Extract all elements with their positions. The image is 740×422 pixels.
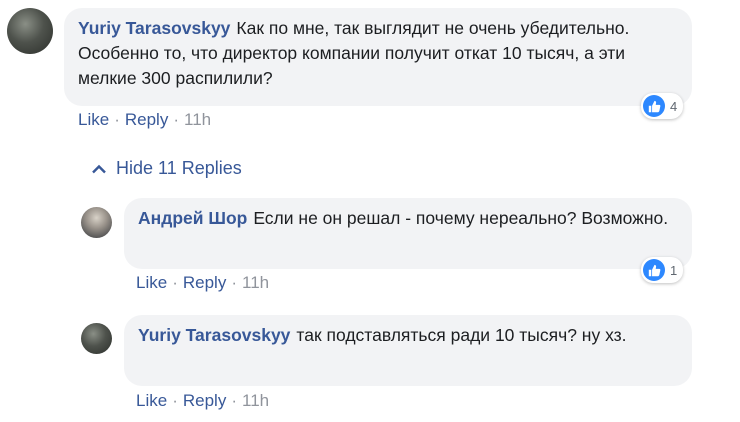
reply-author-link[interactable]: Андрей Шор: [138, 208, 247, 228]
like-thumb-icon: [643, 259, 665, 281]
reply-text: Если не он решал - почему нереально? Воз…: [253, 208, 669, 228]
reply-text: так подставляться ради 10 тысяч? ну хз.: [296, 325, 627, 345]
reaction-summary[interactable]: 4: [641, 93, 684, 119]
reaction-count: 4: [670, 98, 678, 114]
reply-author-link[interactable]: Yuriy Tarasovskyy: [138, 325, 290, 345]
comment-bubble: Yuriy Tarasovskyy Как по мне, так выгляди…: [64, 8, 692, 106]
reply-actions: Like · Reply · 11h: [136, 273, 270, 292]
timestamp[interactable]: 11h: [242, 391, 269, 410]
timestamp[interactable]: 11h: [184, 110, 211, 129]
like-thumb-icon: [643, 95, 665, 117]
comment-author-link[interactable]: Yuriy Tarasovskyy: [78, 18, 230, 38]
reply-link[interactable]: Reply: [125, 110, 168, 129]
reply-actions: Like · Reply · 11h: [136, 391, 270, 410]
like-link[interactable]: Like: [136, 273, 167, 292]
like-link[interactable]: Like: [136, 391, 167, 410]
like-link[interactable]: Like: [78, 110, 109, 129]
reply-link[interactable]: Reply: [183, 273, 226, 292]
hide-replies-label: Hide 11 Replies: [116, 158, 242, 178]
reply-bubble: Андрей Шор Если не он решал - почему нере…: [124, 198, 692, 269]
chevron-up-icon: [92, 164, 106, 174]
comment-actions: Like · Reply · 11h: [78, 110, 212, 129]
reaction-summary[interactable]: 1: [641, 257, 684, 283]
hide-replies-toggle[interactable]: Hide 11 Replies: [92, 158, 242, 179]
timestamp[interactable]: 11h: [242, 273, 269, 292]
reply-avatar[interactable]: [81, 323, 112, 354]
reaction-count: 1: [670, 262, 678, 278]
reply-bubble: Yuriy Tarasovskyy так подставляться ради …: [124, 315, 692, 386]
reply-avatar[interactable]: [81, 207, 112, 238]
commenter-avatar[interactable]: [7, 8, 53, 54]
reply-link[interactable]: Reply: [183, 391, 226, 410]
